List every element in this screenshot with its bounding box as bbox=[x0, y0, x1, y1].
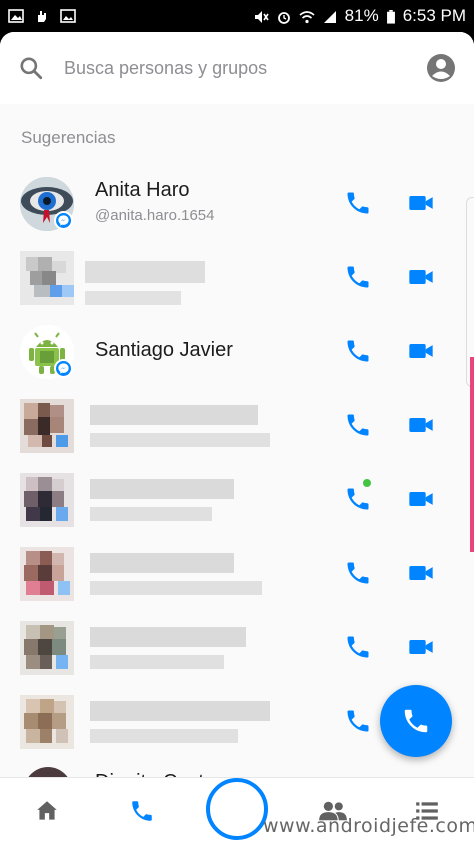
phone-call-icon[interactable] bbox=[344, 707, 372, 735]
blurred-name bbox=[90, 701, 270, 721]
contact-list: Anita Haro @anita.haro.1654 Santiago Jav… bbox=[0, 169, 474, 761]
watermark: www.androidjefe.com bbox=[263, 815, 474, 837]
search-input[interactable] bbox=[64, 57, 426, 79]
signal-icon bbox=[322, 9, 338, 23]
blurred-handle bbox=[90, 433, 270, 447]
battery-icon bbox=[386, 9, 396, 24]
video-call-icon[interactable] bbox=[407, 633, 435, 661]
contact-handle: @anita.haro.1654 bbox=[95, 207, 215, 224]
phone-icon[interactable] bbox=[128, 798, 156, 824]
blurred-name bbox=[90, 479, 234, 499]
phone-icon bbox=[404, 709, 428, 733]
list-item[interactable]: Anita Haro @anita.haro.1654 bbox=[0, 169, 474, 243]
contact-name: Santiago Javier bbox=[95, 339, 233, 361]
blurred-handle bbox=[90, 581, 262, 595]
list-item[interactable] bbox=[0, 465, 474, 539]
video-call-icon[interactable] bbox=[407, 337, 435, 365]
alarm-icon bbox=[276, 9, 292, 24]
home-icon[interactable] bbox=[33, 798, 61, 824]
clock-time: 6:53 PM bbox=[402, 6, 466, 25]
avatar[interactable] bbox=[20, 547, 74, 601]
blurred-name bbox=[85, 261, 205, 283]
phone-call-icon[interactable] bbox=[344, 337, 372, 365]
video-call-icon[interactable] bbox=[407, 189, 435, 217]
blurred-name bbox=[90, 627, 246, 647]
status-bar: 81% 6:53 PM bbox=[0, 0, 474, 32]
blurred-handle bbox=[90, 729, 238, 743]
avatar[interactable] bbox=[20, 473, 74, 527]
image-icon bbox=[60, 9, 76, 23]
video-call-icon[interactable] bbox=[407, 263, 435, 291]
messenger-badge-icon bbox=[54, 359, 73, 378]
blurred-handle bbox=[90, 507, 212, 521]
blurred-handle bbox=[90, 655, 224, 669]
phone-call-icon[interactable] bbox=[344, 485, 372, 513]
online-indicator bbox=[363, 479, 371, 487]
messenger-calls-screen: Sugerencias Anita Haro @anita.haro.1654 bbox=[0, 32, 474, 842]
search-icon[interactable] bbox=[18, 55, 44, 81]
list-item[interactable] bbox=[0, 243, 474, 317]
phone-call-icon[interactable] bbox=[344, 189, 372, 217]
new-call-button[interactable] bbox=[380, 685, 452, 757]
blurred-name bbox=[90, 405, 258, 425]
mute-icon bbox=[253, 9, 269, 23]
blurred-handle bbox=[85, 291, 181, 305]
avatar[interactable] bbox=[20, 251, 74, 305]
list-item[interactable]: Santiago Javier bbox=[0, 317, 474, 391]
avatar[interactable] bbox=[20, 621, 74, 675]
phone-call-icon[interactable] bbox=[344, 411, 372, 439]
video-call-icon[interactable] bbox=[407, 411, 435, 439]
list-item[interactable] bbox=[0, 613, 474, 687]
phone-call-icon[interactable] bbox=[344, 263, 372, 291]
list-item[interactable] bbox=[0, 539, 474, 613]
phone-call-icon[interactable] bbox=[344, 633, 372, 661]
edge-panel-handle[interactable] bbox=[470, 357, 474, 552]
section-title: Sugerencias bbox=[21, 128, 116, 147]
video-call-icon[interactable] bbox=[407, 559, 435, 587]
phone-call-icon[interactable] bbox=[344, 559, 372, 587]
wifi-icon bbox=[299, 9, 315, 24]
video-call-icon[interactable] bbox=[407, 485, 435, 513]
contact-name: Anita Haro bbox=[95, 179, 190, 201]
messenger-badge-icon bbox=[54, 211, 73, 230]
profile-icon[interactable] bbox=[426, 53, 456, 83]
blurred-name bbox=[90, 553, 234, 573]
avatar[interactable] bbox=[20, 695, 74, 749]
list-item[interactable] bbox=[0, 391, 474, 465]
search-bar bbox=[0, 32, 474, 104]
avatar[interactable] bbox=[20, 399, 74, 453]
gallery-icon bbox=[8, 9, 24, 23]
hand-icon bbox=[34, 9, 50, 23]
camera-shutter-button[interactable] bbox=[206, 778, 268, 840]
battery-percent: 81% bbox=[344, 6, 379, 25]
